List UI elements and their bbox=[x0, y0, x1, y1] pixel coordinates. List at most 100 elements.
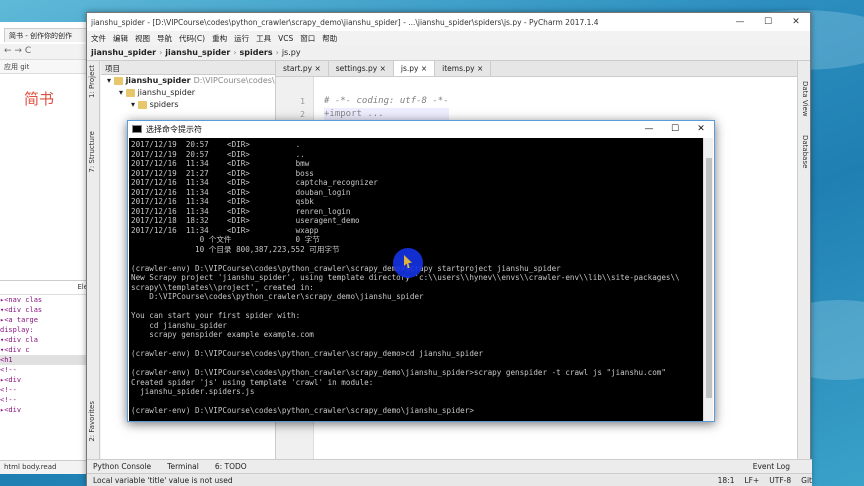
dom-node[interactable]: <!-- bbox=[0, 395, 92, 405]
dom-node[interactable]: <h1 bbox=[0, 355, 92, 365]
devtools-tab-elements[interactable]: Ele bbox=[0, 281, 92, 295]
expand-arrow-icon[interactable]: ▾ bbox=[119, 88, 126, 97]
browser-tab[interactable]: 简书 - 创作你的创作 bbox=[4, 28, 88, 42]
event-log-button[interactable]: Event Log bbox=[753, 462, 790, 471]
tree-item[interactable]: ▾ jianshu_spiderD:\VIPCourse\codes\pytho bbox=[101, 75, 275, 87]
dom-node[interactable]: ▾<div cla bbox=[0, 335, 92, 345]
console-line: 2017/12/16 11:34 <DIR> qsbk bbox=[131, 197, 314, 206]
file-encoding[interactable]: UTF-8 bbox=[769, 476, 791, 485]
cmd-scrollbar[interactable] bbox=[703, 138, 713, 421]
tool-data-view[interactable]: Data View bbox=[801, 81, 809, 117]
dom-node[interactable]: ▸<nav clas bbox=[0, 295, 92, 305]
dom-node[interactable]: <!-- bbox=[0, 385, 92, 395]
editor-tab-label: start.py bbox=[283, 64, 313, 73]
console-line: scrapy\\templates\\project', created in: bbox=[131, 282, 314, 292]
breadcrumb-item[interactable]: jianshu_spider bbox=[91, 48, 156, 57]
menu-item[interactable]: 导航 bbox=[157, 33, 172, 44]
expand-arrow-icon[interactable]: ▾ bbox=[107, 76, 114, 85]
menu-item[interactable]: 重构 bbox=[212, 33, 227, 44]
minimize-icon[interactable]: — bbox=[636, 124, 662, 134]
maximize-icon[interactable]: ☐ bbox=[754, 17, 782, 27]
back-icon[interactable]: ← bbox=[4, 46, 12, 56]
console-line: 2017/12/19 20:57 <DIR> .. bbox=[131, 149, 305, 159]
project-panel-header[interactable]: 项目 bbox=[101, 61, 275, 75]
terminal-button[interactable]: Terminal bbox=[167, 462, 199, 471]
tool-structure[interactable]: 7: Structure bbox=[88, 131, 96, 173]
tree-item-path: D:\VIPCourse\codes\pytho bbox=[193, 76, 275, 85]
folder-icon bbox=[113, 76, 123, 85]
menu-item[interactable]: 视图 bbox=[135, 33, 150, 44]
tool-window-bar: Python Console Terminal 6: TODO Event Lo… bbox=[87, 459, 812, 473]
line-separator[interactable]: LF+ bbox=[745, 476, 760, 485]
bookmarks-label[interactable]: 应用 git bbox=[4, 63, 29, 71]
close-tab-icon[interactable]: × bbox=[312, 64, 320, 73]
console-line: D:\VIPCourse\codes\python_crawler\scrapy… bbox=[131, 292, 424, 301]
menu-item[interactable]: 编辑 bbox=[113, 33, 128, 44]
code-line[interactable]: # -*- coding: utf-8 -*- bbox=[324, 95, 449, 108]
editor-tab[interactable]: settings.py × bbox=[329, 61, 394, 76]
menu-item[interactable]: 文件 bbox=[91, 33, 106, 44]
dom-node[interactable]: ▸<a targe bbox=[0, 315, 92, 325]
folder-icon bbox=[125, 88, 135, 97]
menu-item[interactable]: 窗口 bbox=[300, 33, 315, 44]
menu-item[interactable]: 运行 bbox=[234, 33, 249, 44]
todo-button[interactable]: 6: TODO bbox=[215, 462, 247, 471]
vcs-branch[interactable]: Git bbox=[801, 476, 812, 485]
close-tab-icon[interactable]: × bbox=[418, 64, 427, 73]
breadcrumb-separator: › bbox=[233, 48, 237, 57]
console-line: Created spider 'js' using template 'craw… bbox=[131, 377, 374, 387]
editor-tab[interactable]: js.py × bbox=[393, 61, 436, 76]
forward-icon[interactable]: → bbox=[14, 46, 22, 56]
close-tab-icon[interactable]: × bbox=[475, 64, 483, 73]
reload-icon[interactable]: C bbox=[25, 46, 31, 56]
menu-item[interactable]: 工具 bbox=[256, 33, 271, 44]
menu-item[interactable]: 代码(C) bbox=[179, 33, 205, 44]
console-line: scrapy genspider example example.com bbox=[131, 330, 314, 339]
dom-node[interactable]: <!-- bbox=[0, 365, 92, 375]
close-icon[interactable]: ✕ bbox=[782, 17, 810, 27]
editor-tab-label: settings.py bbox=[335, 64, 378, 73]
tree-item-label: jianshu_spider bbox=[125, 76, 191, 85]
tool-project[interactable]: 1: Project bbox=[88, 65, 96, 98]
scroll-thumb[interactable] bbox=[706, 158, 712, 398]
breadcrumb-item[interactable]: js.py bbox=[282, 48, 301, 57]
cmd-title: 选择命令提示符 bbox=[146, 124, 202, 134]
tool-database[interactable]: Database bbox=[801, 135, 809, 168]
close-tab-icon[interactable]: × bbox=[377, 64, 386, 73]
console-line: 2017/12/16 11:34 <DIR> captcha_recognize… bbox=[131, 178, 378, 187]
line-number: 1 bbox=[300, 97, 305, 106]
browser-navbar: ← → C bbox=[0, 44, 92, 60]
dom-node[interactable]: display: bbox=[0, 325, 92, 335]
menu-item[interactable]: VCS bbox=[278, 34, 293, 43]
tree-item[interactable]: ▾ jianshu_spider bbox=[101, 87, 275, 99]
console-line: 0 个文件 0 字节 bbox=[131, 235, 320, 244]
breadcrumb-item[interactable]: spiders bbox=[240, 48, 273, 57]
dom-node[interactable]: ▸<div bbox=[0, 375, 92, 385]
menu-item[interactable]: 帮助 bbox=[322, 33, 337, 44]
dom-node[interactable]: ▾<div clas bbox=[0, 305, 92, 315]
breadcrumb-item[interactable]: jianshu_spider bbox=[165, 48, 230, 57]
python-console-button[interactable]: Python Console bbox=[93, 462, 151, 471]
jianshu-logo[interactable]: 简书 bbox=[24, 88, 54, 109]
maximize-icon[interactable]: ☐ bbox=[662, 124, 688, 134]
editor-tab[interactable]: items.py × bbox=[435, 61, 492, 76]
tool-favorites[interactable]: 2: Favorites bbox=[88, 401, 96, 442]
status-bar: Local variable 'title' value is not used… bbox=[87, 473, 812, 486]
expand-arrow-icon[interactable]: ▾ bbox=[131, 100, 138, 109]
dom-node[interactable]: ▾<div c bbox=[0, 345, 92, 355]
console-line: 2017/12/16 11:34 <DIR> douban_login bbox=[131, 187, 351, 197]
minimize-icon[interactable]: — bbox=[726, 17, 754, 27]
menu-bar: 文件 编辑 视图 导航 代码(C) 重构 运行 工具 VCS 窗口 帮助 bbox=[87, 31, 810, 45]
devtools-panel: Ele ▸<nav clas ▾<div clas ▸<a targe displ… bbox=[0, 280, 92, 474]
editor-tab[interactable]: start.py × bbox=[276, 61, 329, 76]
tree-item[interactable]: ▾ spiders bbox=[101, 99, 275, 111]
code-area[interactable]: # -*- coding: utf-8 -*- +import ... bbox=[324, 95, 449, 121]
caret-position[interactable]: 18:1 bbox=[718, 476, 735, 485]
bookmark-bar: 应用 git bbox=[0, 60, 92, 74]
cmd-output[interactable]: 2017/12/19 20:57 <DIR> . 2017/12/19 20:57… bbox=[129, 138, 704, 421]
dom-node[interactable]: ▸<div bbox=[0, 405, 92, 415]
close-icon[interactable]: ✕ bbox=[688, 124, 714, 134]
editor-tabs: start.py × settings.py × js.py × items.py × bbox=[276, 61, 798, 77]
